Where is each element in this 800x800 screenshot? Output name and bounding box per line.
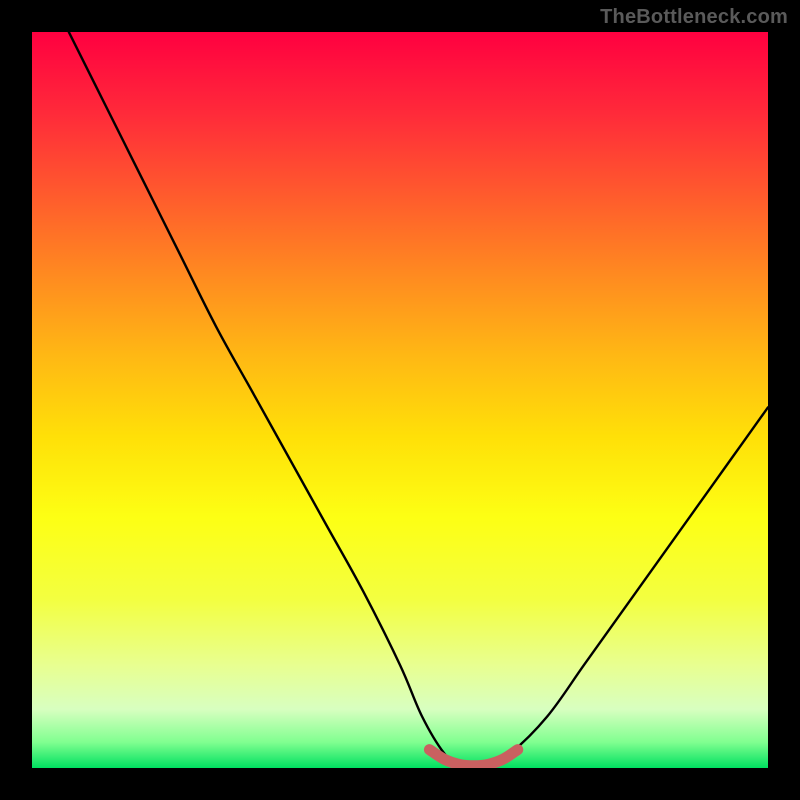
chart-frame: TheBottleneck.com xyxy=(0,0,800,800)
chart-svg xyxy=(32,32,768,768)
optimal-band xyxy=(429,750,517,766)
bottleneck-curve xyxy=(69,32,768,768)
plot-area xyxy=(32,32,768,768)
watermark-text: TheBottleneck.com xyxy=(600,6,788,29)
